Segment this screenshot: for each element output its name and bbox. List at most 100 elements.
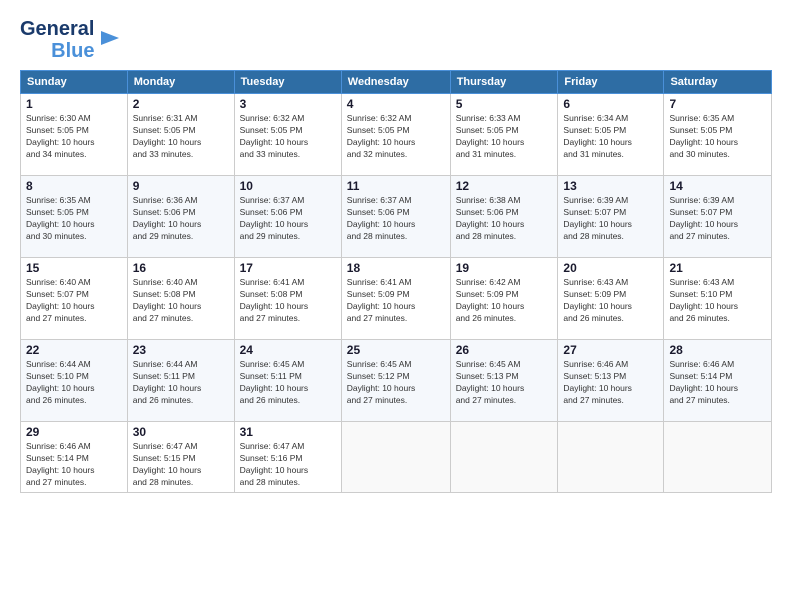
day-number: 14 (669, 179, 766, 193)
day-number: 15 (26, 261, 122, 275)
day-number: 24 (240, 343, 336, 357)
weekday-thursday: Thursday (450, 71, 558, 94)
day-number: 16 (133, 261, 229, 275)
calendar-body: 1 Sunrise: 6:30 AMSunset: 5:05 PMDaylight… (21, 94, 772, 493)
weekday-wednesday: Wednesday (341, 71, 450, 94)
day-number: 2 (133, 97, 229, 111)
calendar-cell: 5 Sunrise: 6:33 AMSunset: 5:05 PMDaylight… (450, 94, 558, 176)
weekday-monday: Monday (127, 71, 234, 94)
day-info: Sunrise: 6:46 AMSunset: 5:14 PMDaylight:… (669, 359, 766, 407)
weekday-friday: Friday (558, 71, 664, 94)
day-number: 11 (347, 179, 445, 193)
calendar-table: SundayMondayTuesdayWednesdayThursdayFrid… (20, 70, 772, 493)
calendar-cell: 21 Sunrise: 6:43 AMSunset: 5:10 PMDayligh… (664, 258, 772, 340)
day-info: Sunrise: 6:32 AMSunset: 5:05 PMDaylight:… (240, 113, 336, 161)
day-number: 9 (133, 179, 229, 193)
day-number: 19 (456, 261, 553, 275)
logo-general: General (20, 18, 94, 40)
calendar-cell: 7 Sunrise: 6:35 AMSunset: 5:05 PMDaylight… (664, 94, 772, 176)
day-info: Sunrise: 6:45 AMSunset: 5:13 PMDaylight:… (456, 359, 553, 407)
day-info: Sunrise: 6:32 AMSunset: 5:05 PMDaylight:… (347, 113, 445, 161)
calendar-cell: 1 Sunrise: 6:30 AMSunset: 5:05 PMDaylight… (21, 94, 128, 176)
day-info: Sunrise: 6:36 AMSunset: 5:06 PMDaylight:… (133, 195, 229, 243)
day-info: Sunrise: 6:44 AMSunset: 5:10 PMDaylight:… (26, 359, 122, 407)
day-info: Sunrise: 6:37 AMSunset: 5:06 PMDaylight:… (347, 195, 445, 243)
day-info: Sunrise: 6:46 AMSunset: 5:14 PMDaylight:… (26, 441, 122, 489)
calendar-cell: 23Sunrise: 6:44 AMSunset: 5:11 PMDayligh… (127, 340, 234, 422)
day-number: 23 (133, 343, 229, 357)
day-number: 8 (26, 179, 122, 193)
calendar-cell: 15 Sunrise: 6:40 AMSunset: 5:07 PMDayligh… (21, 258, 128, 340)
calendar-cell: 30Sunrise: 6:47 AMSunset: 5:15 PMDayligh… (127, 422, 234, 493)
logo: General Blue (20, 18, 121, 62)
day-info: Sunrise: 6:42 AMSunset: 5:09 PMDaylight:… (456, 277, 553, 325)
day-number: 27 (563, 343, 658, 357)
calendar-cell: 19 Sunrise: 6:42 AMSunset: 5:09 PMDayligh… (450, 258, 558, 340)
day-info: Sunrise: 6:39 AMSunset: 5:07 PMDaylight:… (563, 195, 658, 243)
weekday-saturday: Saturday (664, 71, 772, 94)
calendar-cell: 22 Sunrise: 6:44 AMSunset: 5:10 PMDayligh… (21, 340, 128, 422)
day-info: Sunrise: 6:30 AMSunset: 5:05 PMDaylight:… (26, 113, 122, 161)
calendar-cell: 11 Sunrise: 6:37 AMSunset: 5:06 PMDayligh… (341, 176, 450, 258)
calendar-cell (664, 422, 772, 493)
calendar-cell: 14 Sunrise: 6:39 AMSunset: 5:07 PMDayligh… (664, 176, 772, 258)
day-number: 22 (26, 343, 122, 357)
calendar-cell: 20 Sunrise: 6:43 AMSunset: 5:09 PMDayligh… (558, 258, 664, 340)
calendar-cell: 13 Sunrise: 6:39 AMSunset: 5:07 PMDayligh… (558, 176, 664, 258)
day-number: 6 (563, 97, 658, 111)
calendar-week-row: 1 Sunrise: 6:30 AMSunset: 5:05 PMDaylight… (21, 94, 772, 176)
day-info: Sunrise: 6:39 AMSunset: 5:07 PMDaylight:… (669, 195, 766, 243)
calendar-cell: 10Sunrise: 6:37 AMSunset: 5:06 PMDayligh… (234, 176, 341, 258)
logo-arrow-icon (99, 27, 121, 49)
calendar-cell: 24Sunrise: 6:45 AMSunset: 5:11 PMDayligh… (234, 340, 341, 422)
day-info: Sunrise: 6:41 AMSunset: 5:09 PMDaylight:… (347, 277, 445, 325)
weekday-header-row: SundayMondayTuesdayWednesdayThursdayFrid… (21, 71, 772, 94)
day-number: 28 (669, 343, 766, 357)
day-number: 7 (669, 97, 766, 111)
day-info: Sunrise: 6:34 AMSunset: 5:05 PMDaylight:… (563, 113, 658, 161)
day-info: Sunrise: 6:41 AMSunset: 5:08 PMDaylight:… (240, 277, 336, 325)
day-info: Sunrise: 6:35 AMSunset: 5:05 PMDaylight:… (669, 113, 766, 161)
day-number: 25 (347, 343, 445, 357)
day-number: 18 (347, 261, 445, 275)
calendar-cell (450, 422, 558, 493)
calendar-cell: 4 Sunrise: 6:32 AMSunset: 5:05 PMDaylight… (341, 94, 450, 176)
calendar-cell (558, 422, 664, 493)
calendar-week-row: 15 Sunrise: 6:40 AMSunset: 5:07 PMDayligh… (21, 258, 772, 340)
day-number: 1 (26, 97, 122, 111)
day-number: 12 (456, 179, 553, 193)
day-number: 13 (563, 179, 658, 193)
calendar-week-row: 8Sunrise: 6:35 AMSunset: 5:05 PMDaylight… (21, 176, 772, 258)
day-info: Sunrise: 6:40 AMSunset: 5:07 PMDaylight:… (26, 277, 122, 325)
day-info: Sunrise: 6:37 AMSunset: 5:06 PMDaylight:… (240, 195, 336, 243)
weekday-sunday: Sunday (21, 71, 128, 94)
weekday-tuesday: Tuesday (234, 71, 341, 94)
day-number: 4 (347, 97, 445, 111)
calendar-cell: 18 Sunrise: 6:41 AMSunset: 5:09 PMDayligh… (341, 258, 450, 340)
day-info: Sunrise: 6:33 AMSunset: 5:05 PMDaylight:… (456, 113, 553, 161)
day-number: 17 (240, 261, 336, 275)
calendar-cell: 25Sunrise: 6:45 AMSunset: 5:12 PMDayligh… (341, 340, 450, 422)
day-info: Sunrise: 6:43 AMSunset: 5:10 PMDaylight:… (669, 277, 766, 325)
day-number: 20 (563, 261, 658, 275)
calendar-cell: 9 Sunrise: 6:36 AMSunset: 5:06 PMDaylight… (127, 176, 234, 258)
header: General Blue (20, 18, 772, 62)
day-info: Sunrise: 6:38 AMSunset: 5:06 PMDaylight:… (456, 195, 553, 243)
day-number: 21 (669, 261, 766, 275)
calendar-cell: 16Sunrise: 6:40 AMSunset: 5:08 PMDayligh… (127, 258, 234, 340)
calendar-cell: 26 Sunrise: 6:45 AMSunset: 5:13 PMDayligh… (450, 340, 558, 422)
calendar-cell: 27Sunrise: 6:46 AMSunset: 5:13 PMDayligh… (558, 340, 664, 422)
day-number: 29 (26, 425, 122, 439)
day-number: 3 (240, 97, 336, 111)
day-info: Sunrise: 6:31 AMSunset: 5:05 PMDaylight:… (133, 113, 229, 161)
day-number: 5 (456, 97, 553, 111)
calendar-cell: 3 Sunrise: 6:32 AMSunset: 5:05 PMDaylight… (234, 94, 341, 176)
calendar-cell: 28 Sunrise: 6:46 AMSunset: 5:14 PMDayligh… (664, 340, 772, 422)
calendar-cell: 17 Sunrise: 6:41 AMSunset: 5:08 PMDayligh… (234, 258, 341, 340)
day-number: 26 (456, 343, 553, 357)
calendar-cell: 8Sunrise: 6:35 AMSunset: 5:05 PMDaylight… (21, 176, 128, 258)
calendar-cell (341, 422, 450, 493)
calendar-cell: 12 Sunrise: 6:38 AMSunset: 5:06 PMDayligh… (450, 176, 558, 258)
day-info: Sunrise: 6:43 AMSunset: 5:09 PMDaylight:… (563, 277, 658, 325)
calendar-week-row: 29 Sunrise: 6:46 AMSunset: 5:14 PMDayligh… (21, 422, 772, 493)
